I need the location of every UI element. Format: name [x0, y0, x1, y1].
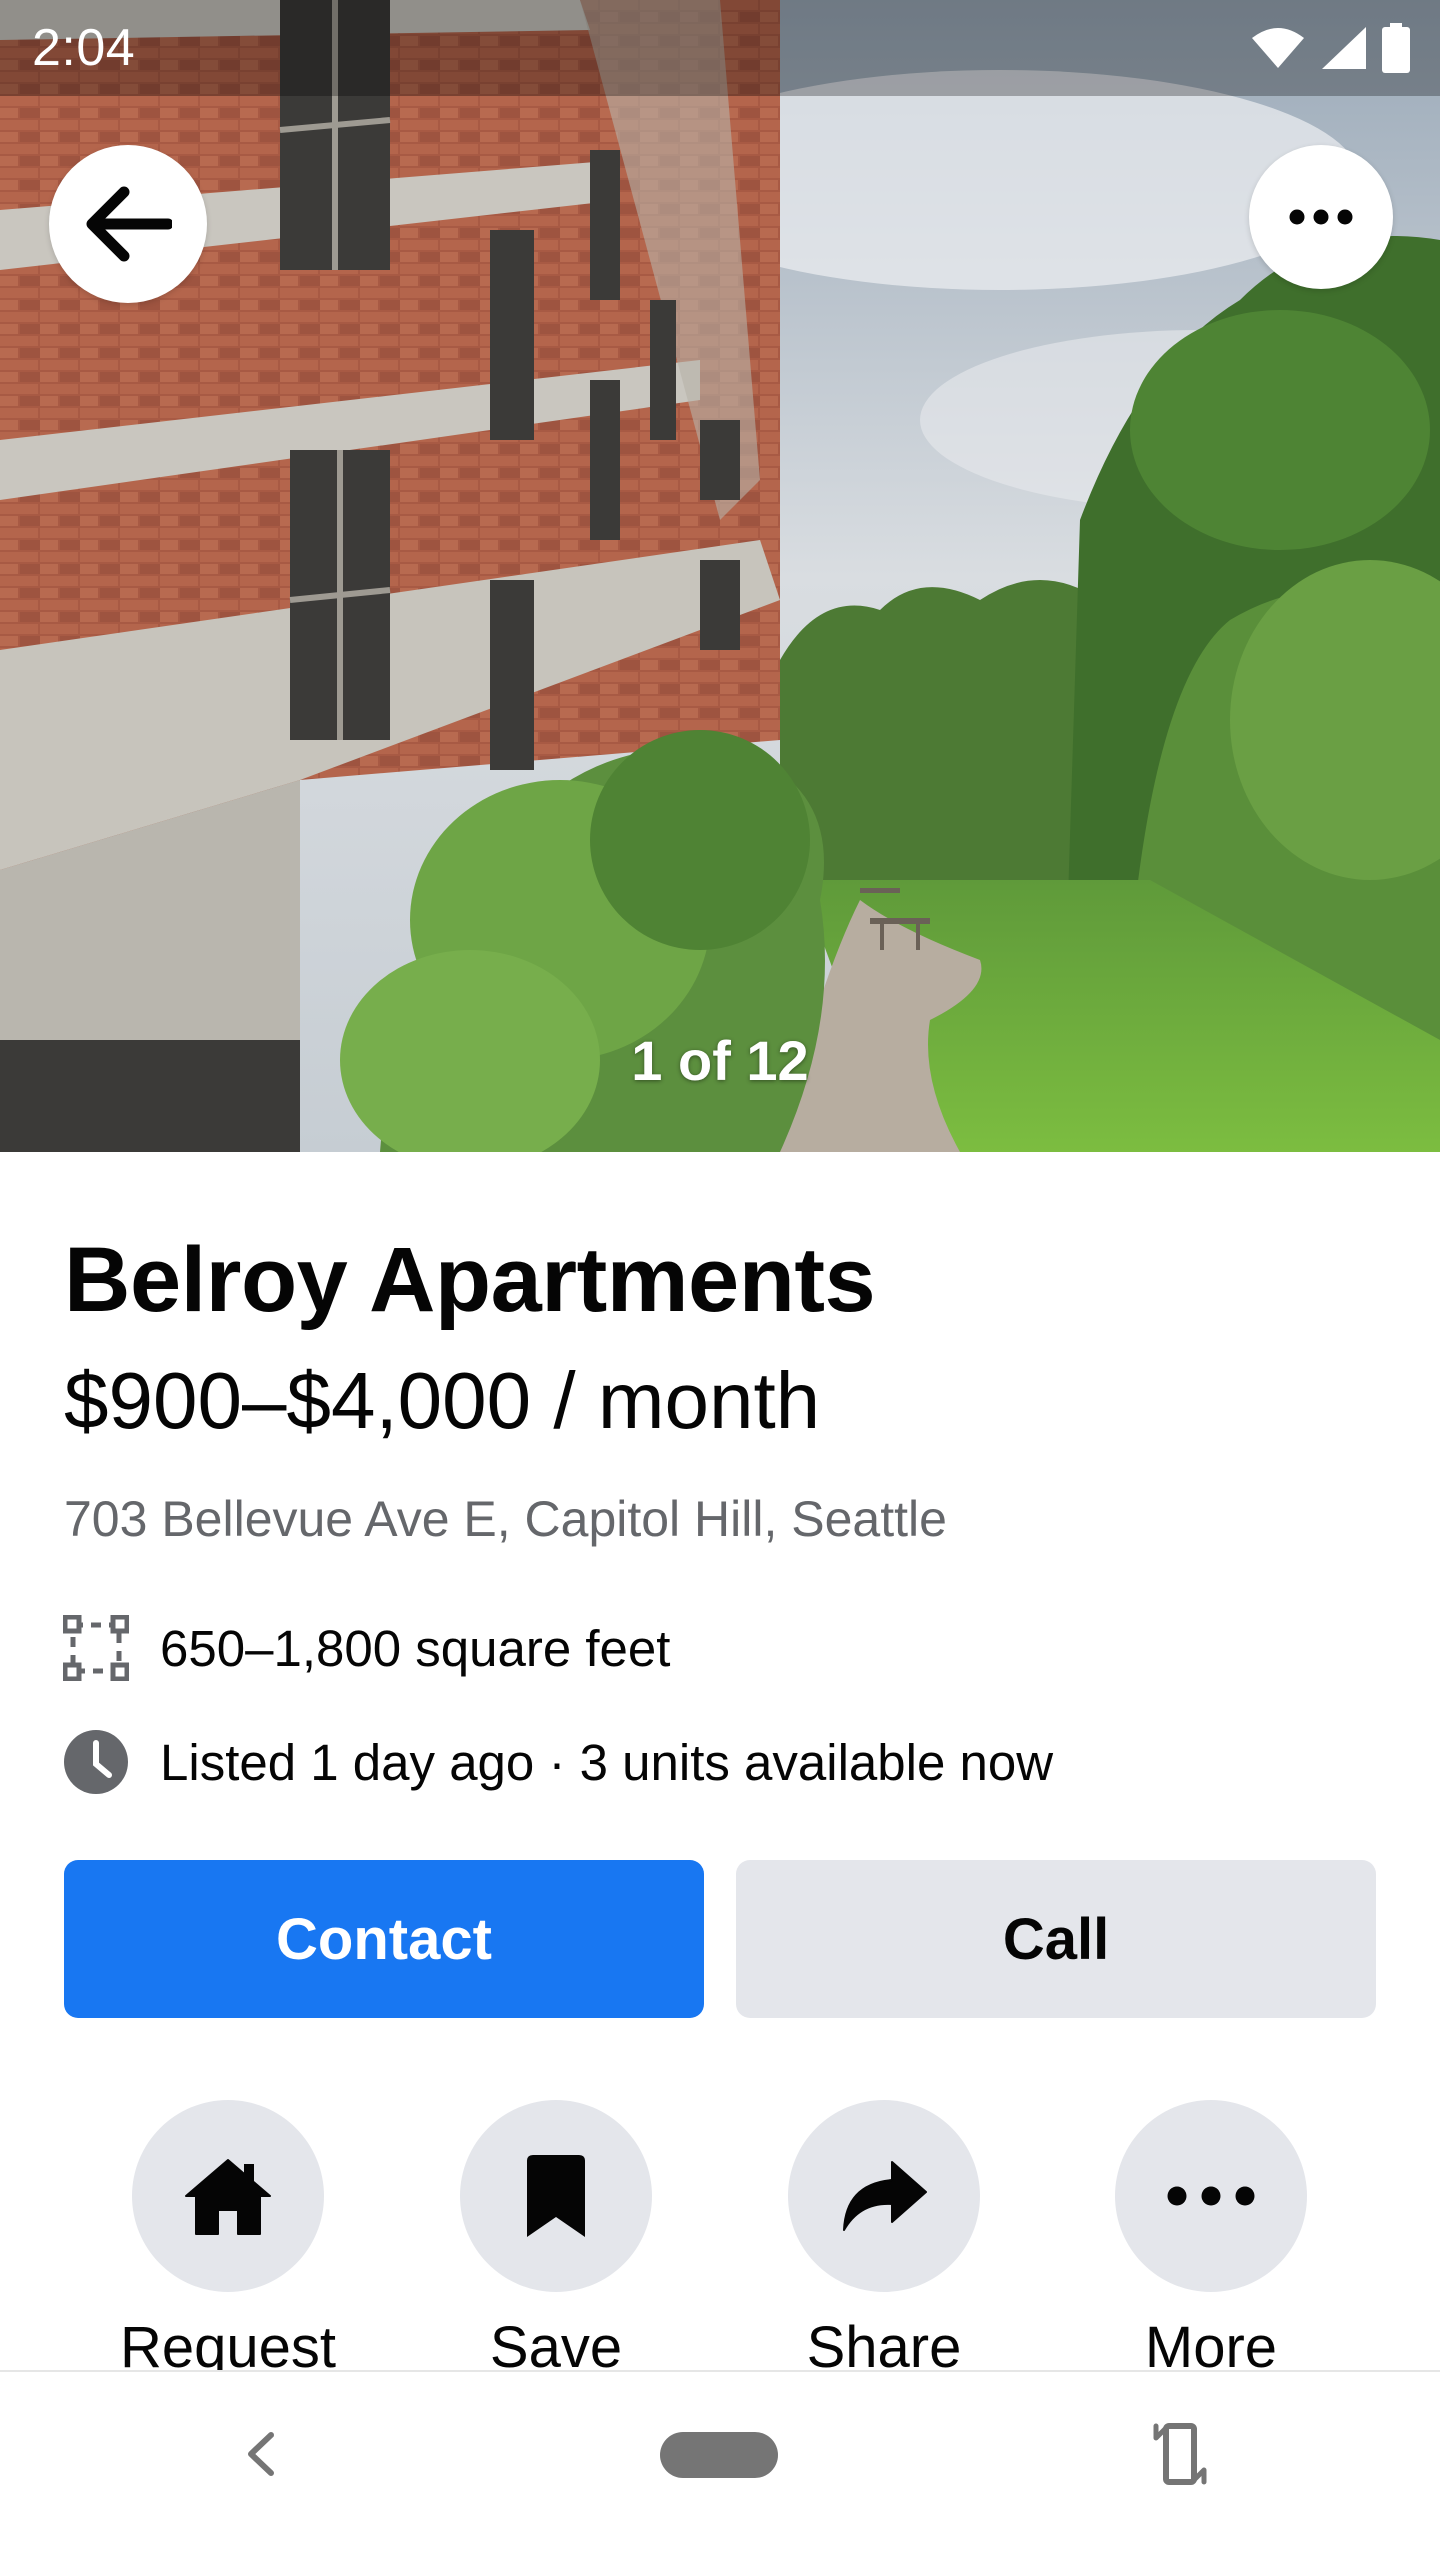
- system-back-button[interactable]: [230, 2424, 290, 2484]
- more-bubble[interactable]: [1115, 2100, 1307, 2292]
- save-action[interactable]: Save: [426, 2100, 686, 2381]
- listing-photo[interactable]: 2:04 1 of 12: [0, 0, 1440, 1152]
- more-horizontal-icon: [1167, 2186, 1255, 2206]
- status-time: 2:04: [32, 19, 136, 77]
- size-text: 650–1,800 square feet: [160, 1619, 671, 1677]
- listed-row: Listed 1 day ago · 3 units available now: [62, 1728, 1053, 1796]
- rotate-screen-button[interactable]: [1148, 2416, 1212, 2492]
- back-button[interactable]: [49, 145, 207, 303]
- square-footage-icon: [62, 1614, 130, 1682]
- request-action[interactable]: Request: [98, 2100, 358, 2381]
- system-nav-bar: [0, 2370, 1440, 2560]
- rotate-icon: [1153, 2423, 1207, 2485]
- size-row: 650–1,800 square feet: [62, 1614, 670, 1682]
- cell-signal-icon: [1322, 27, 1366, 69]
- clock-icon: [62, 1728, 130, 1796]
- bookmark-icon: [527, 2155, 585, 2237]
- more-action[interactable]: More: [1081, 2100, 1341, 2381]
- more-horizontal-icon: [1289, 209, 1353, 225]
- listing-title: Belroy Apartments: [64, 1229, 876, 1331]
- status-bar: 2:04: [0, 0, 1440, 96]
- listing-address[interactable]: 703 Bellevue Ave E, Capitol Hill, Seattl…: [64, 1490, 947, 1548]
- arrow-left-icon: [86, 186, 172, 262]
- contact-button[interactable]: Contact: [64, 1860, 704, 2018]
- photo-more-button[interactable]: [1249, 145, 1393, 289]
- call-button[interactable]: Call: [736, 1860, 1376, 2018]
- listed-text: Listed 1 day ago · 3 units available now: [160, 1733, 1054, 1791]
- wifi-icon: [1252, 28, 1304, 68]
- save-bubble[interactable]: [460, 2100, 652, 2292]
- share-action[interactable]: Share: [754, 2100, 1014, 2381]
- photo-counter: 1 of 12: [631, 1029, 809, 1092]
- share-bubble[interactable]: [788, 2100, 980, 2292]
- share-icon: [843, 2161, 927, 2231]
- chevron-left-icon: [248, 2432, 274, 2476]
- request-bubble[interactable]: [132, 2100, 324, 2292]
- apartment-photo: [0, 0, 1440, 1152]
- system-home-button[interactable]: [660, 2432, 778, 2478]
- home-icon: [185, 2159, 271, 2235]
- battery-icon: [1382, 23, 1410, 73]
- status-icons: [1250, 23, 1410, 73]
- listing-price: $900–$4,000 / month: [64, 1356, 821, 1445]
